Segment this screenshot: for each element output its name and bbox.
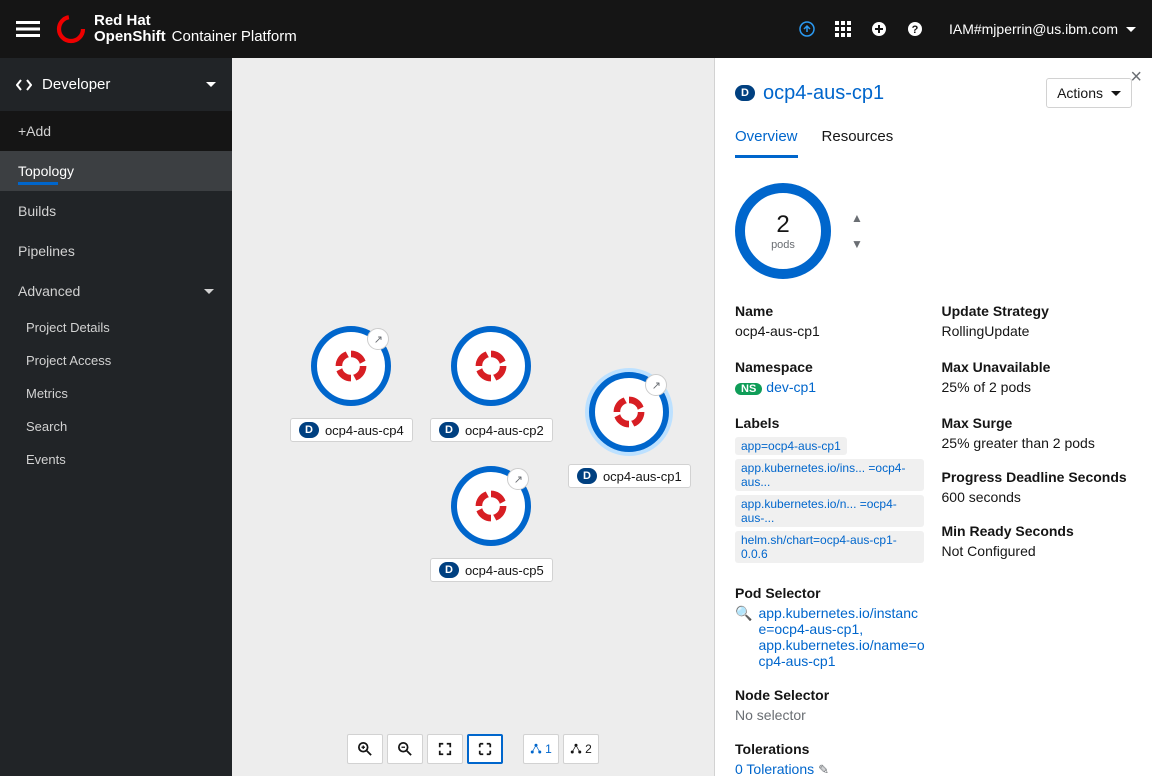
chevron-down-icon — [204, 289, 214, 294]
topology-node[interactable]: ↗ Docp4-aus-cp1 — [568, 372, 691, 488]
layout-2-button[interactable]: 2 — [563, 734, 599, 764]
topology-node[interactable]: ↗ Docp4-aus-cp4 — [290, 326, 413, 442]
reset-view-button[interactable] — [467, 734, 503, 764]
sidebar-item-search[interactable]: Search — [0, 410, 232, 443]
pod-label: pods — [771, 239, 795, 251]
namespace-badge: NS — [735, 383, 762, 395]
search-icon: 🔍 — [735, 605, 752, 669]
add-icon[interactable] — [861, 11, 897, 47]
panel-title: D ocp4-aus-cp1 — [735, 82, 884, 105]
sidebar-item-pipelines[interactable]: Pipelines — [0, 231, 232, 271]
sidebar-item-builds[interactable]: Builds — [0, 191, 232, 231]
chevron-down-icon — [206, 82, 216, 87]
node-label[interactable]: Docp4-aus-cp1 — [568, 464, 691, 488]
sidebar-item-metrics[interactable]: Metrics — [0, 377, 232, 410]
edit-url-icon[interactable]: ↗ — [507, 468, 529, 490]
detail-max-unavailable: Max Unavailable 25% of 2 pods — [942, 359, 1133, 395]
apps-icon[interactable] — [825, 11, 861, 47]
brand-logo[interactable]: Red Hat OpenShift Container Platform — [56, 13, 297, 46]
node-circle[interactable]: ↗ — [311, 326, 391, 406]
detail-max-surge: Max Surge 25% greater than 2 pods Progre… — [942, 415, 1133, 565]
detail-namespace: Namespace NSdev-cp1 — [735, 359, 926, 395]
actions-dropdown[interactable]: Actions — [1046, 78, 1132, 108]
namespace-link[interactable]: dev-cp1 — [766, 379, 816, 395]
sidebar-item-project-details[interactable]: Project Details — [0, 311, 232, 344]
chevron-down-icon — [1111, 91, 1121, 96]
user-menu[interactable]: IAM#mjperrin@us.ibm.com — [949, 21, 1136, 37]
node-label[interactable]: Docp4-aus-cp2 — [430, 418, 553, 442]
hamburger-menu-icon[interactable] — [16, 17, 40, 41]
brand-line2a: OpenShift — [94, 29, 166, 46]
brand-line2b: Container Platform — [172, 29, 297, 46]
sidebar-item-label: Advanced — [18, 283, 80, 299]
layout-1-button[interactable]: 1 — [523, 734, 559, 764]
resource-name-link[interactable]: ocp4-aus-cp1 — [763, 82, 884, 105]
close-icon[interactable]: × — [1130, 66, 1142, 89]
sidebar: Developer +Add Topology Builds Pipelines… — [0, 58, 232, 776]
upload-icon[interactable] — [789, 11, 825, 47]
zoom-in-button[interactable] — [347, 734, 383, 764]
deployment-badge: D — [735, 85, 755, 101]
node-label[interactable]: Docp4-aus-cp5 — [430, 558, 553, 582]
edit-url-icon[interactable]: ↗ — [645, 374, 667, 396]
sidebar-item-events[interactable]: Events — [0, 443, 232, 476]
fit-to-screen-button[interactable] — [427, 734, 463, 764]
edit-icon[interactable]: ✎ — [818, 762, 829, 776]
sidebar-add[interactable]: +Add — [0, 111, 232, 151]
node-name: ocp4-aus-cp4 — [325, 423, 404, 438]
help-icon[interactable]: ? — [897, 11, 933, 47]
topology-node[interactable]: Docp4-aus-cp2 — [430, 326, 553, 442]
pod-count: 2 — [776, 211, 789, 239]
node-circle[interactable]: ↗ — [589, 372, 669, 452]
node-circle[interactable]: ↗ — [451, 466, 531, 546]
detail-node-selector: Node Selector No selector — [735, 687, 1132, 723]
node-label[interactable]: Docp4-aus-cp4 — [290, 418, 413, 442]
brand-title: Red Hat — [94, 13, 297, 30]
tolerations-link[interactable]: 0 Tolerations — [735, 761, 814, 776]
tab-resources[interactable]: Resources — [822, 128, 894, 158]
topology-canvas[interactable]: ↗Docp4-aus-cp4Docp4-aus-cp2↗Docp4-aus-cp… — [232, 58, 714, 776]
masthead: Red Hat OpenShift Container Platform ? I… — [0, 0, 1152, 58]
canvas-toolbar: 1 2 — [347, 734, 599, 764]
label-chip[interactable]: app=ocp4-aus-cp1 — [735, 437, 847, 455]
label-chip[interactable]: app.kubernetes.io/n... =ocp4-aus-... — [735, 495, 924, 527]
scale-down-icon[interactable]: ▼ — [851, 237, 863, 251]
code-icon — [16, 77, 32, 93]
deployment-badge: D — [439, 422, 459, 438]
node-circle[interactable] — [451, 326, 531, 406]
detail-tolerations: Tolerations 0 Tolerations✎ — [735, 741, 1132, 776]
sidebar-item-advanced[interactable]: Advanced — [0, 271, 232, 311]
detail-pod-selector: Pod Selector 🔍 app.kubernetes.io/instanc… — [735, 585, 926, 669]
pod-selector-link[interactable]: app.kubernetes.io/instance=ocp4-aus-cp1,… — [758, 605, 925, 669]
sidebar-item-project-access[interactable]: Project Access — [0, 344, 232, 377]
perspective-switcher[interactable]: Developer — [0, 58, 232, 111]
label-chip[interactable]: app.kubernetes.io/ins... =ocp4-aus... — [735, 459, 924, 491]
actions-label: Actions — [1057, 85, 1103, 101]
detail-update-strategy: Update Strategy RollingUpdate — [942, 303, 1133, 339]
chevron-down-icon — [1126, 27, 1136, 32]
svg-text:?: ? — [912, 24, 919, 36]
topology-node[interactable]: ↗ Docp4-aus-cp5 — [430, 466, 553, 582]
deployment-badge: D — [299, 422, 319, 438]
zoom-out-button[interactable] — [387, 734, 423, 764]
perspective-label: Developer — [42, 76, 110, 93]
panel-tabs: Overview Resources — [735, 128, 1132, 159]
detail-labels: Labels app=ocp4-aus-cp1app.kubernetes.io… — [735, 415, 926, 565]
deployment-badge: D — [577, 468, 597, 484]
deployment-badge: D — [439, 562, 459, 578]
scale-up-icon[interactable]: ▲ — [851, 211, 863, 225]
tab-overview[interactable]: Overview — [735, 128, 798, 158]
user-label: IAM#mjperrin@us.ibm.com — [949, 21, 1118, 37]
node-name: ocp4-aus-cp1 — [603, 469, 682, 484]
node-name: ocp4-aus-cp2 — [465, 423, 544, 438]
detail-name: Name ocp4-aus-cp1 — [735, 303, 926, 339]
pod-ring[interactable]: 2 pods — [735, 183, 831, 279]
details-panel: × D ocp4-aus-cp1 Actions Overview Resour… — [714, 58, 1152, 776]
sidebar-item-topology[interactable]: Topology — [0, 151, 232, 191]
label-chip[interactable]: helm.sh/chart=ocp4-aus-cp1-0.0.6 — [735, 531, 924, 563]
edit-url-icon[interactable]: ↗ — [367, 328, 389, 350]
node-name: ocp4-aus-cp5 — [465, 563, 544, 578]
